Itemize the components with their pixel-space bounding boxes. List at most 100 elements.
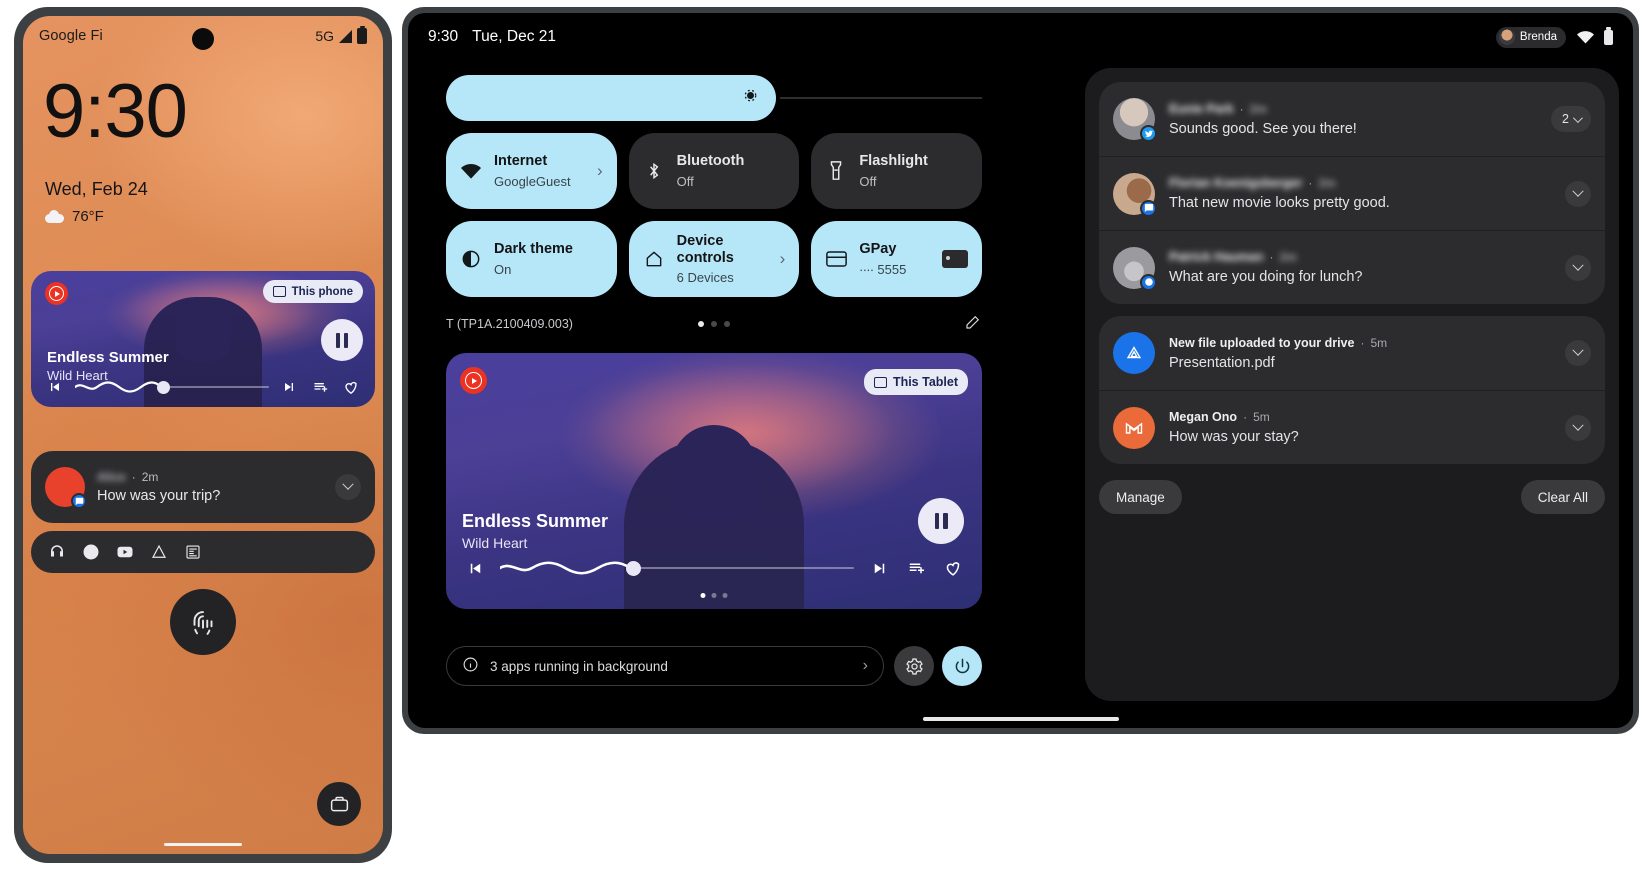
separator-dot: · bbox=[131, 470, 136, 484]
tile-flashlight[interactable]: Flashlight Off bbox=[811, 133, 982, 209]
chevron-down-icon[interactable] bbox=[1565, 340, 1591, 366]
chevron-down-icon[interactable] bbox=[1565, 254, 1591, 281]
cast-label: This Tablet bbox=[892, 375, 958, 389]
wallet-shortcut-button[interactable] bbox=[317, 782, 361, 826]
separator-dot: · bbox=[1239, 101, 1244, 116]
youtube-icon[interactable] bbox=[115, 542, 135, 562]
tablet-media-controls bbox=[446, 557, 982, 579]
wifi-icon bbox=[1577, 31, 1594, 44]
tile-internet[interactable]: Internet GoogleGuest › bbox=[446, 133, 617, 209]
notification-row[interactable]: New file uploaded to your drive · 5m Pre… bbox=[1099, 316, 1605, 390]
skip-previous-icon[interactable] bbox=[464, 557, 486, 579]
sender-name: Patrick Hauman bbox=[1169, 250, 1264, 264]
notification-time: 2m bbox=[1318, 176, 1336, 190]
phone-notification[interactable]: Alice · 2m How was your trip? bbox=[31, 451, 375, 523]
battery-icon bbox=[357, 25, 367, 44]
gmail-icon bbox=[1113, 406, 1155, 449]
tablet-media-player[interactable]: This Tablet Endless Summer Wild Heart bbox=[446, 353, 982, 609]
chevron-right-icon[interactable]: › bbox=[863, 657, 868, 675]
tile-gpay[interactable]: GPay ∙∙∙∙ 5555 bbox=[811, 221, 982, 297]
tile-sublabel: Off bbox=[676, 173, 694, 189]
notification-row[interactable]: Florian Koenigsberger · 2m That new movi… bbox=[1099, 156, 1605, 230]
user-name-label: Brenda bbox=[1519, 31, 1557, 43]
pencil-icon[interactable] bbox=[964, 313, 982, 336]
quick-settings-panel: Internet GoogleGuest › Bluetooth Off Fla… bbox=[446, 75, 982, 338]
tile-dark-theme[interactable]: Dark theme On bbox=[446, 221, 617, 297]
heart-outline-icon[interactable] bbox=[942, 557, 964, 579]
tablet-media-page-dots[interactable] bbox=[700, 593, 728, 598]
chevron-down-icon[interactable] bbox=[335, 474, 361, 500]
chevron-down-icon[interactable] bbox=[1565, 180, 1591, 207]
settings-button[interactable] bbox=[894, 646, 934, 686]
cast-output-chip[interactable]: This phone bbox=[262, 280, 363, 303]
messages-icon bbox=[1140, 199, 1157, 217]
phone-status-icons: 5G bbox=[315, 25, 367, 44]
phone-device: Google Fi 5G 9:30 Wed, Feb 24 76°F This … bbox=[14, 7, 392, 863]
brightness-slider[interactable] bbox=[446, 75, 776, 121]
clear-all-button[interactable]: Clear All bbox=[1520, 480, 1605, 514]
phone-play-pause-button[interactable] bbox=[321, 319, 363, 361]
cast-output-chip[interactable]: This Tablet bbox=[863, 369, 968, 395]
notification-meta: Eunie Park · 2m bbox=[1169, 102, 1551, 116]
info-icon bbox=[462, 656, 479, 676]
separator-dot: · bbox=[1308, 176, 1313, 190]
wallet-icon bbox=[330, 796, 348, 811]
cast-label: This phone bbox=[291, 285, 353, 298]
tile-device-controls[interactable]: Device controls 6 Devices › bbox=[628, 221, 800, 297]
brightness-icon bbox=[741, 86, 760, 110]
tile-sublabel: ∙∙∙∙ 5555 bbox=[859, 261, 907, 277]
tablet-track-title: Endless Summer bbox=[462, 511, 609, 531]
user-switcher-chip[interactable]: Brenda bbox=[1495, 26, 1566, 48]
manage-button[interactable]: Manage bbox=[1099, 480, 1182, 514]
brightness-row bbox=[446, 75, 982, 121]
background-apps-bar[interactable]: 3 apps running in background › bbox=[446, 646, 884, 686]
fingerprint-unlock-button[interactable] bbox=[170, 589, 236, 655]
heart-outline-icon[interactable] bbox=[341, 377, 361, 397]
google-drive-icon[interactable] bbox=[149, 542, 169, 562]
home-icon bbox=[643, 249, 665, 269]
chevron-down-icon[interactable] bbox=[1565, 414, 1591, 441]
skip-previous-icon[interactable] bbox=[45, 377, 65, 397]
battery-icon bbox=[1604, 27, 1613, 45]
credit-card-icon bbox=[825, 251, 847, 267]
news-icon[interactable] bbox=[183, 542, 203, 562]
tablet-seek-bar[interactable] bbox=[500, 559, 854, 577]
notification-row[interactable]: Megan Ono · 5m How was your stay? bbox=[1099, 390, 1605, 464]
add-to-queue-icon[interactable] bbox=[904, 557, 928, 579]
notification-time: 2m bbox=[1249, 101, 1267, 116]
pause-icon bbox=[934, 513, 948, 529]
tablet-play-pause-button[interactable] bbox=[918, 498, 964, 544]
tile-sublabel: GoogleGuest bbox=[494, 173, 571, 189]
phone-seek-bar[interactable] bbox=[75, 380, 269, 394]
notification-group-conversations: Eunie Park · 2m Sounds good. See you the… bbox=[1099, 82, 1605, 304]
tablet-track-artist: Wild Heart bbox=[462, 535, 528, 551]
add-to-queue-icon[interactable] bbox=[309, 377, 331, 397]
chevron-right-icon[interactable]: › bbox=[597, 161, 603, 181]
notification-meta: New file uploaded to your drive · 5m bbox=[1169, 336, 1565, 350]
twitter-icon bbox=[1140, 125, 1157, 142]
facebook-icon[interactable] bbox=[81, 542, 101, 562]
power-button[interactable] bbox=[942, 646, 982, 686]
tile-bluetooth[interactable]: Bluetooth Off bbox=[628, 133, 800, 209]
contrast-icon bbox=[460, 249, 482, 269]
tile-label: Bluetooth bbox=[676, 153, 745, 170]
notification-count-chip[interactable]: 2 bbox=[1551, 106, 1591, 132]
headphones-icon[interactable] bbox=[47, 542, 67, 562]
sender-name: New file uploaded to your drive bbox=[1169, 335, 1355, 350]
notification-row[interactable]: Eunie Park · 2m Sounds good. See you the… bbox=[1099, 82, 1605, 156]
chevron-right-icon[interactable]: › bbox=[780, 249, 786, 269]
quick-settings-page-dots[interactable] bbox=[698, 321, 730, 327]
cloud-icon bbox=[45, 210, 64, 223]
messages-icon bbox=[71, 493, 87, 509]
skip-next-icon[interactable] bbox=[279, 377, 299, 397]
notification-text: Eunie Park · 2m Sounds good. See you the… bbox=[1169, 102, 1551, 137]
notification-time: 5m bbox=[1370, 335, 1388, 350]
phone-media-player[interactable]: This phone Endless Summer Wild Heart bbox=[31, 271, 375, 407]
carrier-label: Google Fi bbox=[39, 28, 103, 44]
youtube-music-icon bbox=[45, 282, 68, 305]
skip-next-icon[interactable] bbox=[868, 557, 890, 579]
notification-time: 2m bbox=[1279, 250, 1297, 264]
notification-row[interactable]: Patrick Hauman · 2m What are you doing f… bbox=[1099, 230, 1605, 304]
notification-body: Sounds good. See you there! bbox=[1169, 120, 1357, 137]
build-version-label: T (TP1A.2100409.003) bbox=[446, 317, 573, 331]
